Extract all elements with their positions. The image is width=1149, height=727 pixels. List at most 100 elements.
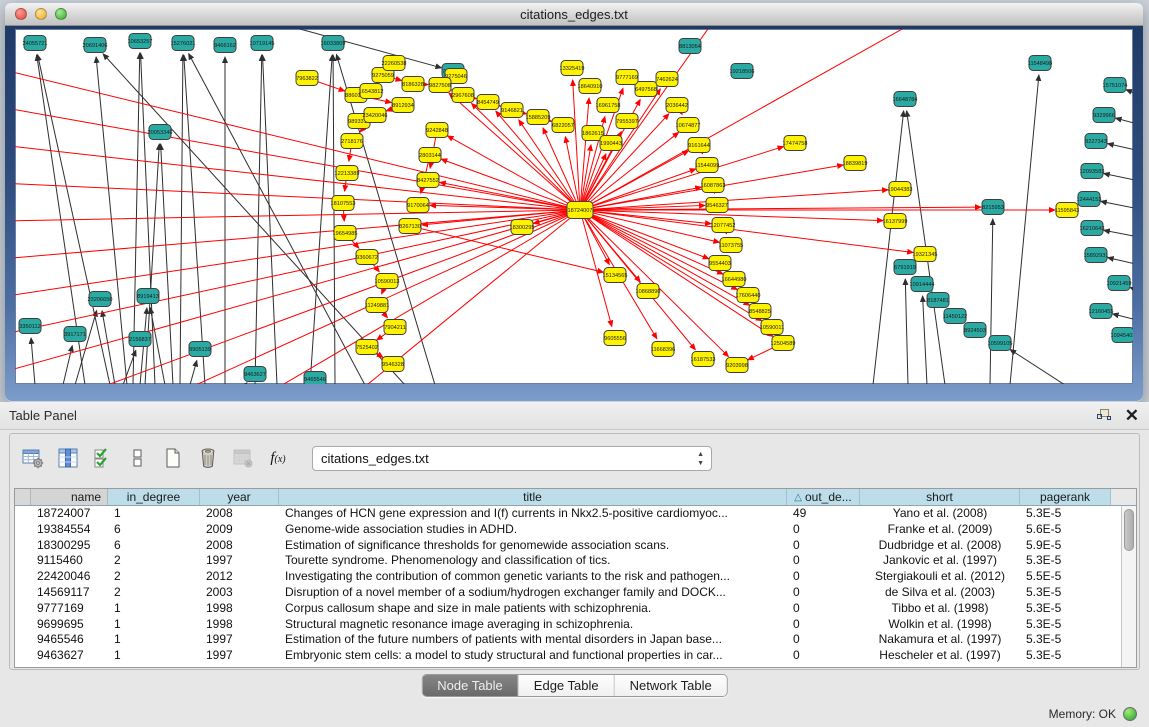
network-node[interactable]: 22260538 xyxy=(382,56,407,71)
table-selector-dropdown[interactable]: citations_edges.txt ▲▼ xyxy=(312,446,712,471)
network-node[interactable]: 18839819 xyxy=(843,156,868,171)
cell-name[interactable]: 9699695 xyxy=(31,617,108,633)
network-node[interactable]: 12077452 xyxy=(711,218,736,233)
cell-in_degree[interactable]: 1 xyxy=(108,601,200,617)
network-node[interactable]: 6822057 xyxy=(552,118,574,133)
network-node[interactable]: 10945403 xyxy=(1111,328,1133,343)
table-row[interactable]: 1830029562008Estimation of significance … xyxy=(15,538,1136,554)
network-node[interactable]: 8215953 xyxy=(982,200,1004,215)
network-node[interactable]: 11073755 xyxy=(719,238,743,253)
cell-pagerank[interactable]: 5.3E-5 xyxy=(1020,617,1111,633)
network-node[interactable]: 16644980 xyxy=(722,272,747,287)
network-node[interactable]: 9360672 xyxy=(356,250,378,265)
network-node[interactable]: 11450122 xyxy=(943,309,967,324)
close-window-button[interactable] xyxy=(15,8,27,20)
cell-name[interactable]: 19384554 xyxy=(31,522,108,538)
network-node[interactable]: 10868890 xyxy=(636,284,661,299)
cell-name[interactable]: 14569117 xyxy=(31,585,108,601)
cell-short[interactable]: Jankovic et al. (1997) xyxy=(860,553,1020,569)
network-hub-node[interactable]: 18724007 xyxy=(567,202,593,219)
network-node[interactable]: 8912934 xyxy=(392,98,414,113)
network-node[interactable]: 9554403 xyxy=(709,256,731,271)
cell-year[interactable]: 1998 xyxy=(200,617,279,633)
cell-in_degree[interactable]: 2 xyxy=(108,553,200,569)
table-row[interactable]: 2242004622012Investigating the contribut… xyxy=(15,569,1136,585)
network-node[interactable]: 16961758 xyxy=(596,98,621,113)
network-node[interactable]: 19044383 xyxy=(888,182,913,197)
cell-year[interactable]: 1997 xyxy=(200,648,279,664)
network-node[interactable]: 3917171 xyxy=(64,327,86,342)
network-node[interactable]: 2803144 xyxy=(419,148,441,163)
cell-year[interactable]: 2008 xyxy=(200,506,279,522)
network-node[interactable]: 8267130 xyxy=(399,219,421,234)
minimize-window-button[interactable] xyxy=(35,8,47,20)
network-node[interactable]: 2718176 xyxy=(341,134,363,149)
column-header-short[interactable]: short xyxy=(860,489,1020,505)
cell-year[interactable]: 2009 xyxy=(200,522,279,538)
table-row[interactable]: 1872400712008Changes of HCN gene express… xyxy=(15,506,1136,522)
network-node[interactable]: 9242848 xyxy=(426,123,448,138)
cell-pagerank[interactable]: 5.3E-5 xyxy=(1020,632,1111,648)
cell-year[interactable]: 1998 xyxy=(200,601,279,617)
cell-in_degree[interactable]: 1 xyxy=(108,506,200,522)
network-node[interactable]: 9463627 xyxy=(244,367,266,382)
citation-network-graph[interactable]: 1862615199044320364422156837271817628031… xyxy=(15,29,1133,384)
network-node[interactable]: 2036442 xyxy=(666,98,688,113)
network-node[interactable]: 2156837 xyxy=(129,332,151,347)
cell-title[interactable]: Corpus callosum shape and size in male p… xyxy=(279,601,787,617)
network-node[interactable]: 8813054 xyxy=(679,39,701,54)
network-node[interactable]: 9546328 xyxy=(382,357,404,372)
network-node[interactable]: 13325419 xyxy=(560,61,585,76)
network-node[interactable]: 9827508 xyxy=(429,78,451,93)
network-node[interactable]: 8548825 xyxy=(749,304,771,319)
cell-title[interactable]: Investigating the contribution of common… xyxy=(279,569,787,585)
column-header-pagerank[interactable]: pagerank xyxy=(1020,489,1111,505)
cell-out_degree[interactable]: 0 xyxy=(787,632,860,648)
network-node[interactable]: 11668396 xyxy=(651,342,675,357)
cell-name[interactable]: 9777169 xyxy=(31,601,108,617)
network-node[interactable]: 12504589 xyxy=(771,336,796,351)
cell-title[interactable]: Tourette syndrome. Phenomenology and cla… xyxy=(279,553,787,569)
network-node[interactable]: 9905139 xyxy=(189,342,211,357)
cell-short[interactable]: Dudbridge et al. (2008) xyxy=(860,538,1020,554)
cell-year[interactable]: 1997 xyxy=(200,632,279,648)
cell-year[interactable]: 1997 xyxy=(200,553,279,569)
vertical-scrollbar[interactable] xyxy=(1121,506,1136,667)
delete-attribute-button[interactable] xyxy=(195,445,221,471)
cell-title[interactable]: Changes of HCN gene expression and I(f) … xyxy=(279,506,787,522)
network-node[interactable]: 7904211 xyxy=(384,320,406,335)
table-row[interactable]: 911546021997Tourette syndrome. Phenomeno… xyxy=(15,553,1136,569)
cell-out_degree[interactable]: 0 xyxy=(787,522,860,538)
cell-short[interactable]: Hescheler et al. (1997) xyxy=(860,648,1020,664)
network-node[interactable]: 11544099 xyxy=(695,158,719,173)
delete-table-button[interactable] xyxy=(230,445,256,471)
tab-network-table[interactable]: Network Table xyxy=(615,675,727,696)
network-node[interactable]: 9546327 xyxy=(706,198,728,213)
network-node[interactable]: 7963822 xyxy=(296,71,318,86)
cell-pagerank[interactable]: 5.5E-5 xyxy=(1020,569,1111,585)
column-header-out_degree[interactable]: △out_de... xyxy=(787,489,860,505)
network-node[interactable]: 7955397 xyxy=(616,114,638,129)
network-node[interactable]: 10719145 xyxy=(250,36,275,51)
table-settings-button[interactable] xyxy=(20,445,46,471)
cell-name[interactable]: 18300295 xyxy=(31,538,108,554)
cell-pagerank[interactable]: 5.3E-5 xyxy=(1020,553,1111,569)
column-header-year[interactable]: year xyxy=(200,489,279,505)
network-node[interactable]: 8919413 xyxy=(137,289,159,304)
network-node[interactable]: 8186328 xyxy=(402,77,424,92)
network-node[interactable]: 3350112 xyxy=(19,319,41,334)
table-row[interactable]: 946362711997Embryonic stem cells: a mode… xyxy=(15,648,1136,664)
cell-name[interactable]: 9115460 xyxy=(31,553,108,569)
cell-out_degree[interactable]: 0 xyxy=(787,553,860,569)
cell-in_degree[interactable]: 1 xyxy=(108,632,200,648)
column-header-in_degree[interactable]: in_degree xyxy=(108,489,200,505)
network-node[interactable]: 16137999 xyxy=(883,214,908,229)
cell-pagerank[interactable]: 5.3E-5 xyxy=(1020,506,1111,522)
network-node[interactable]: 24055721 xyxy=(23,36,48,51)
network-node[interactable]: 9777169 xyxy=(616,70,638,85)
network-node[interactable]: 20691406 xyxy=(83,38,108,53)
network-node[interactable]: 19654985 xyxy=(333,226,358,241)
network-node[interactable]: 11548498 xyxy=(1028,56,1052,71)
column-header-title[interactable]: title xyxy=(279,489,787,505)
cell-pagerank[interactable]: 5.3E-5 xyxy=(1020,601,1111,617)
